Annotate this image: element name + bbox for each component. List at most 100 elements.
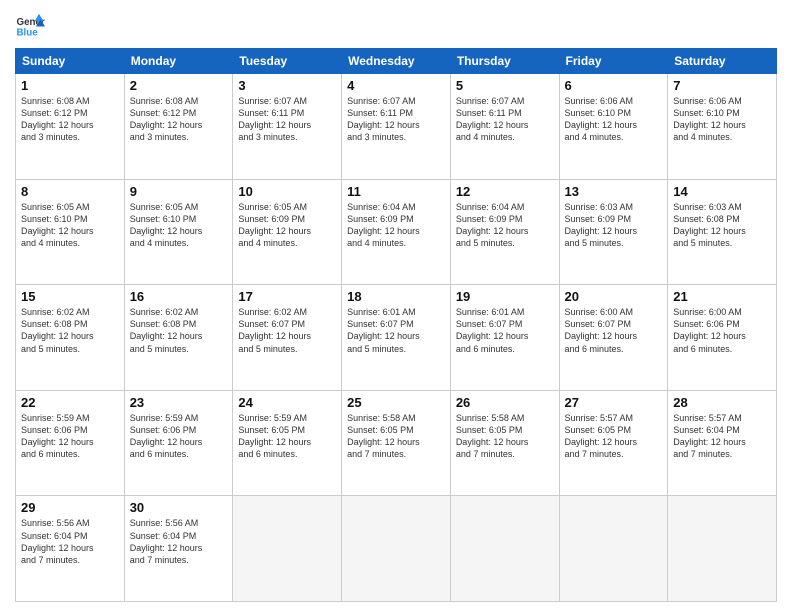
day-info: Sunrise: 5:59 AMSunset: 6:06 PMDaylight:… [130,412,228,461]
calendar-cell: 30 Sunrise: 5:56 AMSunset: 6:04 PMDayligh… [124,496,233,602]
calendar-cell: 26 Sunrise: 5:58 AMSunset: 6:05 PMDayligh… [450,390,559,496]
day-info: Sunrise: 6:01 AMSunset: 6:07 PMDaylight:… [456,306,554,355]
calendar-cell [450,496,559,602]
calendar-cell: 3 Sunrise: 6:07 AMSunset: 6:11 PMDaylight… [233,74,342,180]
day-number: 17 [238,289,336,304]
calendar-cell: 20Sunrise: 6:00 AMSunset: 6:07 PMDayligh… [559,285,668,391]
svg-text:Blue: Blue [17,28,39,39]
weekday-header-monday: Monday [124,49,233,74]
calendar-cell: 27Sunrise: 5:57 AMSunset: 6:05 PMDayligh… [559,390,668,496]
calendar-cell: 6 Sunrise: 6:06 AMSunset: 6:10 PMDaylight… [559,74,668,180]
calendar-table: SundayMondayTuesdayWednesdayThursdayFrid… [15,48,777,602]
logo: General Blue [15,10,49,40]
calendar-cell: 15 Sunrise: 6:02 AMSunset: 6:08 PMDayligh… [16,285,125,391]
day-info: Sunrise: 6:05 AMSunset: 6:10 PMDaylight:… [130,201,228,250]
calendar-cell [233,496,342,602]
calendar-cell: 22Sunrise: 5:59 AMSunset: 6:06 PMDayligh… [16,390,125,496]
day-info: Sunrise: 5:59 AMSunset: 6:05 PMDaylight:… [238,412,336,461]
calendar-cell: 28 Sunrise: 5:57 AMSunset: 6:04 PMDayligh… [668,390,777,496]
day-info: Sunrise: 6:04 AMSunset: 6:09 PMDaylight:… [456,201,554,250]
day-info: Sunrise: 6:07 AMSunset: 6:11 PMDaylight:… [456,95,554,144]
day-info: Sunrise: 6:08 AMSunset: 6:12 PMDaylight:… [130,95,228,144]
day-info: Sunrise: 6:04 AMSunset: 6:09 PMDaylight:… [347,201,445,250]
day-info: Sunrise: 6:03 AMSunset: 6:08 PMDaylight:… [673,201,771,250]
calendar-cell: 9 Sunrise: 6:05 AMSunset: 6:10 PMDaylight… [124,179,233,285]
day-info: Sunrise: 6:01 AMSunset: 6:07 PMDaylight:… [347,306,445,355]
calendar-cell: 5Sunrise: 6:07 AMSunset: 6:11 PMDaylight… [450,74,559,180]
day-number: 20 [565,289,663,304]
day-number: 28 [673,395,771,410]
day-number: 15 [21,289,119,304]
calendar-week-5: 29Sunrise: 5:56 AMSunset: 6:04 PMDayligh… [16,496,777,602]
day-number: 23 [130,395,228,410]
calendar-header-row: SundayMondayTuesdayWednesdayThursdayFrid… [16,49,777,74]
day-info: Sunrise: 5:59 AMSunset: 6:06 PMDaylight:… [21,412,119,461]
day-info: Sunrise: 6:03 AMSunset: 6:09 PMDaylight:… [565,201,663,250]
day-info: Sunrise: 5:56 AMSunset: 6:04 PMDaylight:… [130,517,228,566]
calendar-cell: 8 Sunrise: 6:05 AMSunset: 6:10 PMDaylight… [16,179,125,285]
calendar-cell: 17 Sunrise: 6:02 AMSunset: 6:07 PMDayligh… [233,285,342,391]
day-info: Sunrise: 5:58 AMSunset: 6:05 PMDaylight:… [456,412,554,461]
day-info: Sunrise: 5:57 AMSunset: 6:04 PMDaylight:… [673,412,771,461]
day-info: Sunrise: 6:08 AMSunset: 6:12 PMDaylight:… [21,95,119,144]
day-info: Sunrise: 6:02 AMSunset: 6:08 PMDaylight:… [130,306,228,355]
day-info: Sunrise: 6:02 AMSunset: 6:07 PMDaylight:… [238,306,336,355]
weekday-header-saturday: Saturday [668,49,777,74]
weekday-header-wednesday: Wednesday [342,49,451,74]
calendar-cell [559,496,668,602]
weekday-header-friday: Friday [559,49,668,74]
day-info: Sunrise: 6:07 AMSunset: 6:11 PMDaylight:… [238,95,336,144]
day-info: Sunrise: 6:00 AMSunset: 6:06 PMDaylight:… [673,306,771,355]
day-info: Sunrise: 6:06 AMSunset: 6:10 PMDaylight:… [673,95,771,144]
day-info: Sunrise: 6:05 AMSunset: 6:10 PMDaylight:… [21,201,119,250]
calendar-cell: 11 Sunrise: 6:04 AMSunset: 6:09 PMDayligh… [342,179,451,285]
day-number: 18 [347,289,445,304]
calendar-week-4: 22Sunrise: 5:59 AMSunset: 6:06 PMDayligh… [16,390,777,496]
page: General Blue SundayMondayTuesdayWednesda… [0,0,792,612]
calendar-cell [342,496,451,602]
calendar-cell: 16 Sunrise: 6:02 AMSunset: 6:08 PMDayligh… [124,285,233,391]
calendar-week-3: 15 Sunrise: 6:02 AMSunset: 6:08 PMDayligh… [16,285,777,391]
day-number: 19 [456,289,554,304]
day-number: 14 [673,184,771,199]
day-number: 21 [673,289,771,304]
day-number: 26 [456,395,554,410]
day-number: 3 [238,78,336,93]
day-info: Sunrise: 6:02 AMSunset: 6:08 PMDaylight:… [21,306,119,355]
calendar-cell: 2 Sunrise: 6:08 AMSunset: 6:12 PMDaylight… [124,74,233,180]
calendar-cell: 29Sunrise: 5:56 AMSunset: 6:04 PMDayligh… [16,496,125,602]
day-number: 7 [673,78,771,93]
calendar-cell: 24 Sunrise: 5:59 AMSunset: 6:05 PMDayligh… [233,390,342,496]
day-info: Sunrise: 6:06 AMSunset: 6:10 PMDaylight:… [565,95,663,144]
weekday-header-tuesday: Tuesday [233,49,342,74]
logo-icon: General Blue [15,10,45,40]
calendar-cell: 25Sunrise: 5:58 AMSunset: 6:05 PMDayligh… [342,390,451,496]
calendar-cell: 10 Sunrise: 6:05 AMSunset: 6:09 PMDayligh… [233,179,342,285]
calendar-cell: 23 Sunrise: 5:59 AMSunset: 6:06 PMDayligh… [124,390,233,496]
weekday-header-sunday: Sunday [16,49,125,74]
day-number: 30 [130,500,228,515]
calendar-cell: 21 Sunrise: 6:00 AMSunset: 6:06 PMDayligh… [668,285,777,391]
day-number: 1 [21,78,119,93]
day-number: 6 [565,78,663,93]
day-number: 24 [238,395,336,410]
day-info: Sunrise: 5:57 AMSunset: 6:05 PMDaylight:… [565,412,663,461]
day-number: 13 [565,184,663,199]
day-number: 8 [21,184,119,199]
day-number: 4 [347,78,445,93]
day-number: 10 [238,184,336,199]
day-number: 9 [130,184,228,199]
calendar-week-2: 8 Sunrise: 6:05 AMSunset: 6:10 PMDaylight… [16,179,777,285]
day-info: Sunrise: 5:58 AMSunset: 6:05 PMDaylight:… [347,412,445,461]
day-number: 11 [347,184,445,199]
header: General Blue [15,10,777,40]
weekday-header-thursday: Thursday [450,49,559,74]
day-info: Sunrise: 6:07 AMSunset: 6:11 PMDaylight:… [347,95,445,144]
day-number: 2 [130,78,228,93]
calendar-cell: 18 Sunrise: 6:01 AMSunset: 6:07 PMDayligh… [342,285,451,391]
day-info: Sunrise: 5:56 AMSunset: 6:04 PMDaylight:… [21,517,119,566]
day-number: 12 [456,184,554,199]
calendar-cell [668,496,777,602]
day-info: Sunrise: 6:05 AMSunset: 6:09 PMDaylight:… [238,201,336,250]
day-number: 16 [130,289,228,304]
